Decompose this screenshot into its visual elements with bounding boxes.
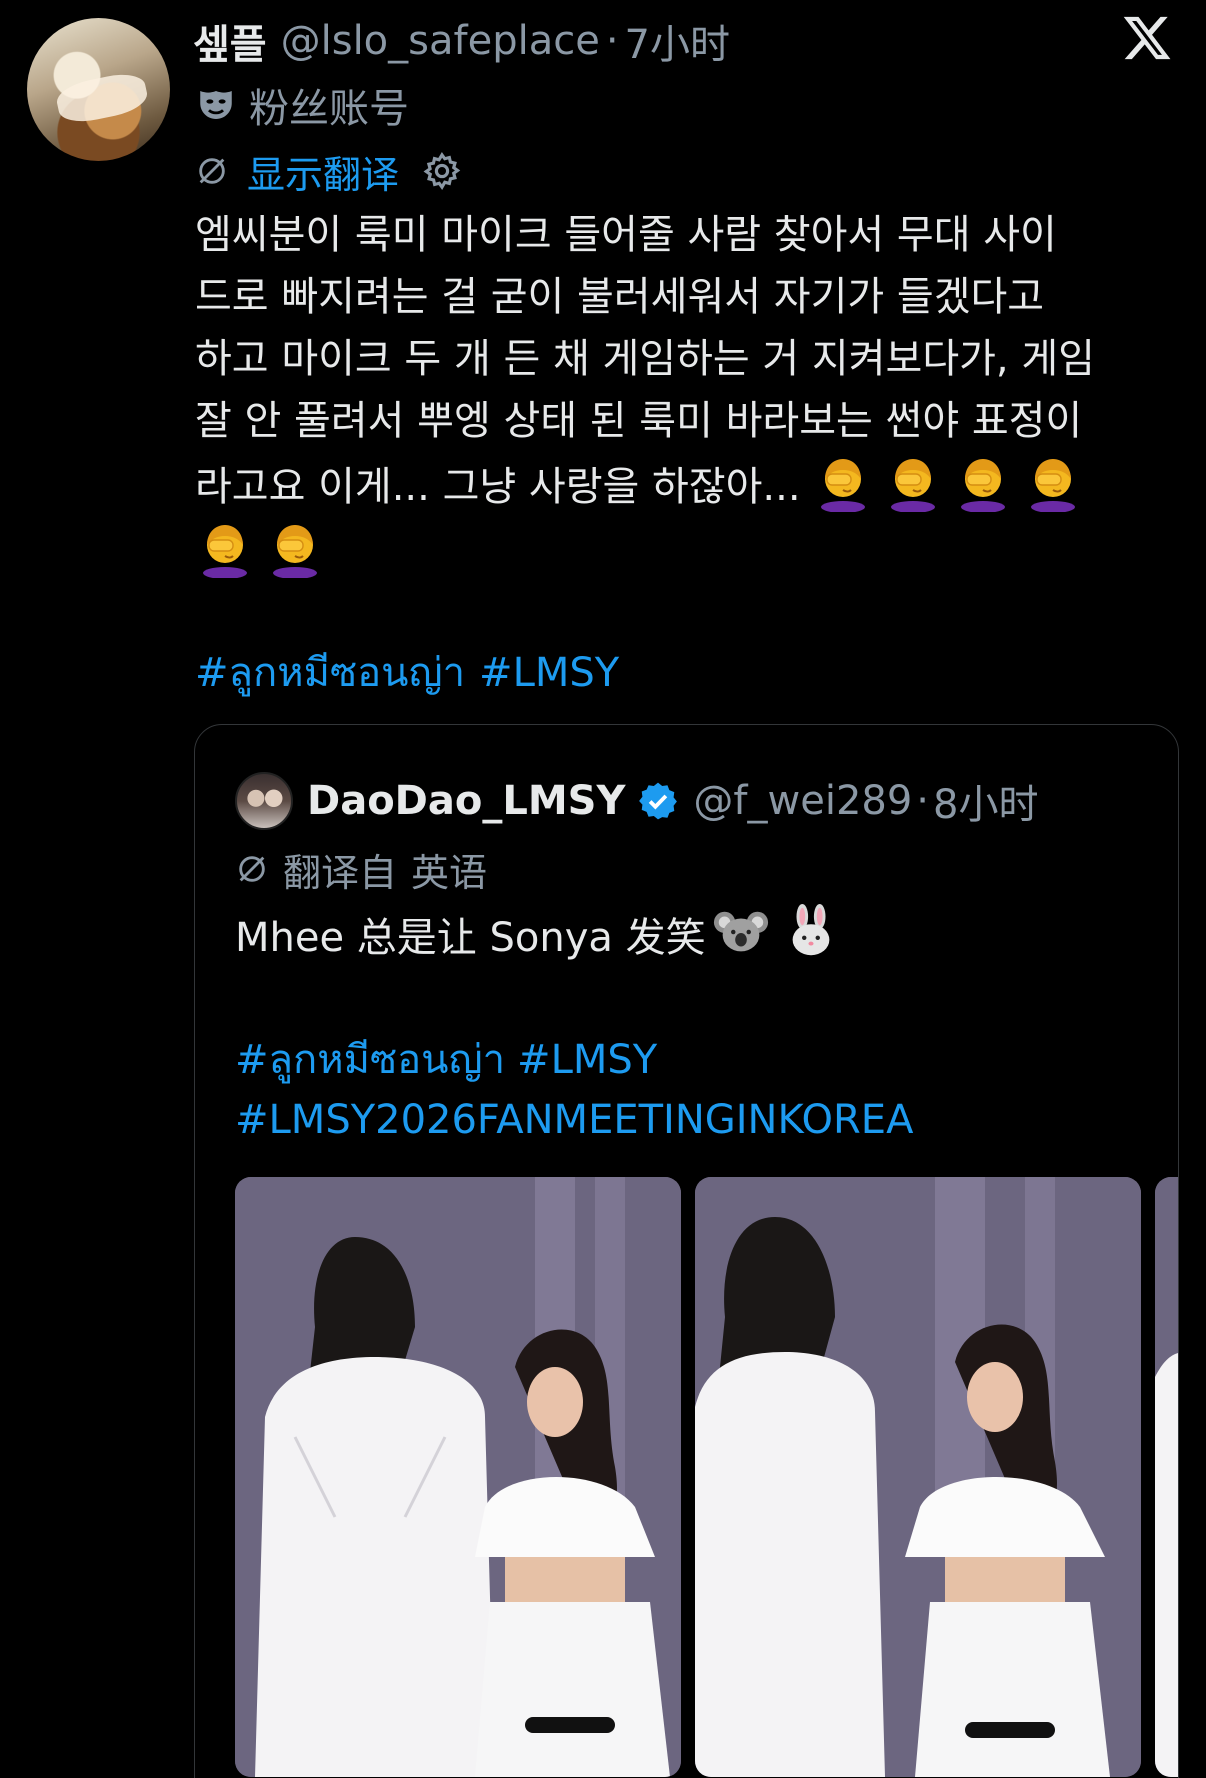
tweet-header: 셒플 @lslo_safeplace · 7小时: [193, 16, 730, 68]
quoted-author-avatar[interactable]: [235, 772, 293, 830]
author-name[interactable]: 셒플: [193, 12, 267, 70]
koala-emoji: [713, 911, 768, 952]
show-translation-link[interactable]: 显示翻译: [247, 144, 399, 199]
translate-icon: [199, 158, 225, 184]
separator-dot: ·: [605, 18, 619, 64]
quoted-hashtags: #ลูกหมีซอนญ่า #LMSY #LMSY2026FANMEETINGINK…: [235, 1030, 1155, 1150]
author-handle[interactable]: @lslo_safeplace: [281, 18, 600, 64]
face-palm-emoji: [961, 459, 1006, 512]
quoted-text: Mhee 总是让 Sonya 发笑: [235, 915, 706, 961]
source-language: 英语: [411, 850, 488, 895]
tweet-body: 엠씨분이 룩미 마이크 들어줄 사람 찾아서 무대 사이 드로 빠지려는 걸 굳…: [195, 204, 1180, 584]
media-photo[interactable]: [695, 1177, 1141, 1777]
hashtag-link[interactable]: #LMSY2026FANMEETINGINKOREA: [235, 1097, 913, 1143]
media-photo[interactable]: [235, 1177, 681, 1777]
tweet-hashtags: #ลูกหมีซอนญ่า #LMSY: [195, 640, 633, 704]
hashtag-link[interactable]: #LMSY: [517, 1037, 657, 1083]
quoted-tweet-body: Mhee 总是让 Sonya 发笑: [235, 903, 846, 968]
hashtag-link[interactable]: #ลูกหมีซอนญ่า: [235, 1037, 505, 1083]
translated-from-row: 翻译自 英语: [235, 841, 487, 897]
face-palm-emoji: [821, 459, 866, 512]
translate-row: 显示翻译: [195, 144, 463, 199]
quoted-author-name[interactable]: DaoDao_LMSY: [307, 778, 625, 824]
translate-icon: [239, 856, 265, 882]
hashtag-link[interactable]: #ลูกหมีซอนญ่า: [195, 650, 465, 696]
separator-dot: ·: [916, 778, 930, 824]
account-label: 粉丝账号: [249, 86, 409, 132]
mask-icon: [200, 91, 232, 119]
x-logo-icon: [1123, 16, 1171, 60]
stage-photo-image: [695, 1177, 1141, 1777]
account-label-row: 粉丝账号: [195, 80, 409, 132]
author-avatar[interactable]: [27, 18, 170, 161]
quoted-author-handle[interactable]: @f_wei289: [693, 778, 912, 824]
stage-photo-image: [1155, 1177, 1178, 1777]
face-palm-emoji: [891, 459, 936, 512]
media-photo[interactable]: [1155, 1177, 1178, 1777]
quoted-timestamp[interactable]: 8小时: [933, 772, 1038, 830]
face-palm-emoji: [273, 525, 317, 578]
hashtag-link[interactable]: #LMSY: [479, 650, 619, 696]
verified-badge-icon: [639, 782, 678, 820]
gear-icon[interactable]: [421, 150, 463, 192]
quoted-tweet-card[interactable]: DaoDao_LMSY @f_wei289 · 8小时 翻译自 英语 Mhee …: [194, 724, 1179, 1778]
translated-from-label: 翻译自: [283, 850, 398, 895]
quoted-tweet-header: DaoDao_LMSY @f_wei289 · 8小时: [235, 771, 1038, 831]
face-palm-emoji: [1031, 459, 1076, 512]
stage-photo-image: [235, 1177, 681, 1777]
timestamp[interactable]: 7小时: [625, 12, 730, 70]
face-palm-emoji: [203, 525, 247, 578]
rabbit-emoji: [792, 903, 829, 956]
